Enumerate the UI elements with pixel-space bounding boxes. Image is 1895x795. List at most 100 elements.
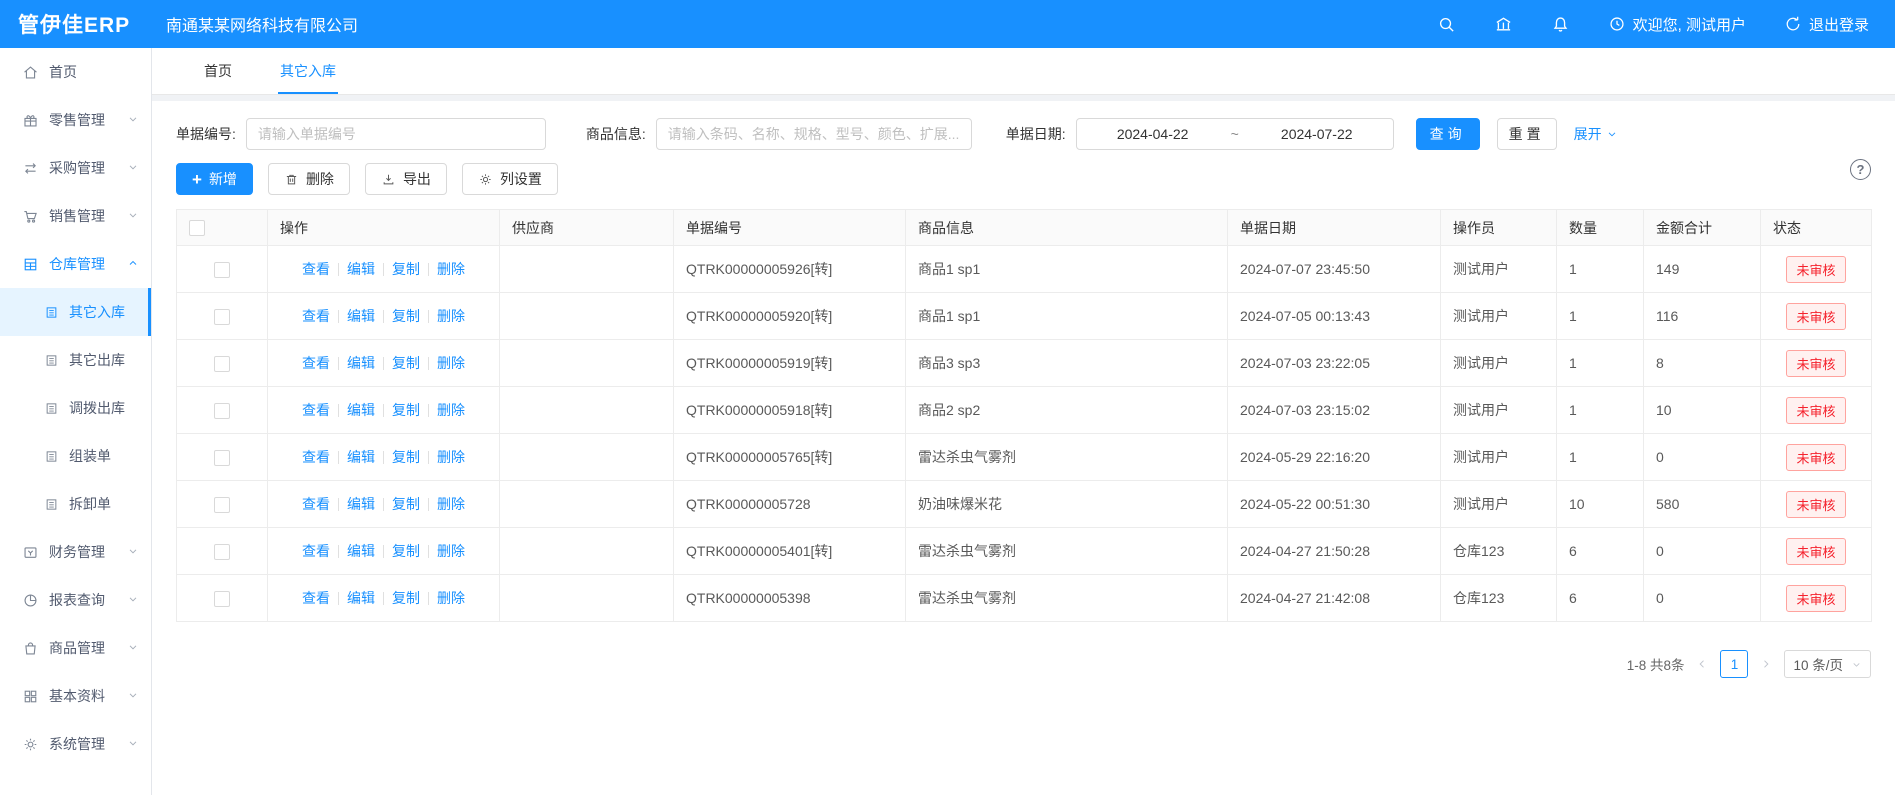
edit-link[interactable]: 编辑 <box>339 588 383 608</box>
document-icon <box>44 497 59 512</box>
cell-supplier <box>500 528 674 575</box>
main-area: 首页 其它入库 单据编号: 商品信息: 单据日期: 2024-04-22 ~ 2… <box>152 48 1895 795</box>
next-page-button[interactable] <box>1760 658 1772 670</box>
bill-date-label: 单据日期: <box>1006 124 1066 144</box>
delete-link[interactable]: 删除 <box>429 447 473 467</box>
search-button[interactable]: 查询 <box>1416 118 1480 150</box>
date-range-tilde: ~ <box>1229 126 1241 142</box>
delete-link[interactable]: 删除 <box>429 541 473 561</box>
copy-link[interactable]: 复制 <box>384 494 428 514</box>
cell-operator: 仓库123 <box>1441 575 1557 622</box>
edit-link[interactable]: 编辑 <box>339 494 383 514</box>
copy-link[interactable]: 复制 <box>384 306 428 326</box>
tab-other-inbound[interactable]: 其它入库 <box>278 49 338 94</box>
cell-product: 雷达杀虫气雾剂 <box>906 528 1228 575</box>
row-checkbox[interactable] <box>214 591 230 607</box>
page-size-select[interactable]: 10 条/页 <box>1784 650 1871 678</box>
row-checkbox[interactable] <box>214 450 230 466</box>
expand-link[interactable]: 展开 <box>1574 124 1618 144</box>
document-icon <box>44 353 59 368</box>
cell-supplier <box>500 340 674 387</box>
swap-icon <box>22 160 39 177</box>
bill-no-input[interactable] <box>246 118 546 150</box>
view-link[interactable]: 查看 <box>294 541 338 561</box>
chevron-right-icon <box>1760 658 1772 670</box>
col-header-date: 单据日期 <box>1228 210 1441 246</box>
bank-icon[interactable] <box>1494 15 1513 34</box>
copy-link[interactable]: 复制 <box>384 588 428 608</box>
sidebar-item-basic-data[interactable]: 基本资料 <box>0 672 151 720</box>
delete-link[interactable]: 删除 <box>429 588 473 608</box>
delete-link[interactable]: 删除 <box>429 494 473 514</box>
reset-button[interactable]: 重置 <box>1497 118 1557 150</box>
view-link[interactable]: 查看 <box>294 400 338 420</box>
document-icon <box>44 449 59 464</box>
edit-link[interactable]: 编辑 <box>339 353 383 373</box>
select-all-checkbox[interactable] <box>189 220 205 236</box>
row-checkbox[interactable] <box>214 262 230 278</box>
sidebar-item-home[interactable]: 首页 <box>0 48 151 96</box>
sidebar-item-disassembly[interactable]: 拆卸单 <box>0 480 151 528</box>
row-checkbox[interactable] <box>214 544 230 560</box>
delete-link[interactable]: 删除 <box>429 353 473 373</box>
sidebar-item-purchase[interactable]: 采购管理 <box>0 144 151 192</box>
sidebar-item-finance[interactable]: 财务管理 <box>0 528 151 576</box>
search-icon[interactable] <box>1437 15 1456 34</box>
chevron-down-icon <box>127 208 139 224</box>
user-welcome[interactable]: 欢迎您, 测试用户 <box>1608 14 1746 35</box>
gift-icon <box>22 112 39 129</box>
sidebar-item-retail[interactable]: 零售管理 <box>0 96 151 144</box>
help-icon[interactable]: ? <box>1850 159 1871 180</box>
row-checkbox[interactable] <box>214 309 230 325</box>
cell-supplier <box>500 575 674 622</box>
date-start-value[interactable]: 2024-04-22 <box>1077 126 1229 142</box>
product-info-input[interactable] <box>656 118 972 150</box>
sidebar-item-transfer-outbound[interactable]: 调拨出库 <box>0 384 151 432</box>
view-link[interactable]: 查看 <box>294 494 338 514</box>
delete-link[interactable]: 删除 <box>429 306 473 326</box>
edit-link[interactable]: 编辑 <box>339 541 383 561</box>
bell-icon[interactable] <box>1551 15 1570 34</box>
sidebar-item-products[interactable]: 商品管理 <box>0 624 151 672</box>
date-end-value[interactable]: 2024-07-22 <box>1241 126 1393 142</box>
copy-link[interactable]: 复制 <box>384 447 428 467</box>
copy-link[interactable]: 复制 <box>384 541 428 561</box>
view-link[interactable]: 查看 <box>294 588 338 608</box>
view-link[interactable]: 查看 <box>294 447 338 467</box>
sidebar-item-sales[interactable]: 销售管理 <box>0 192 151 240</box>
edit-link[interactable]: 编辑 <box>339 400 383 420</box>
column-settings-button[interactable]: 列设置 <box>462 163 558 195</box>
cell-product: 雷达杀虫气雾剂 <box>906 575 1228 622</box>
view-link[interactable]: 查看 <box>294 353 338 373</box>
tab-home[interactable]: 首页 <box>202 49 234 94</box>
sidebar-item-other-outbound[interactable]: 其它出库 <box>0 336 151 384</box>
sidebar-item-reports[interactable]: 报表查询 <box>0 576 151 624</box>
cell-date: 2024-07-07 23:45:50 <box>1228 246 1441 293</box>
sidebar-item-other-inbound[interactable]: 其它入库 <box>0 288 151 336</box>
edit-link[interactable]: 编辑 <box>339 306 383 326</box>
add-button[interactable]: + 新增 <box>176 163 253 195</box>
sidebar-item-label: 其它出库 <box>69 350 139 370</box>
delete-link[interactable]: 删除 <box>429 259 473 279</box>
page-number-button[interactable]: 1 <box>1720 650 1748 678</box>
delete-link[interactable]: 删除 <box>429 400 473 420</box>
prev-page-button[interactable] <box>1696 658 1708 670</box>
edit-link[interactable]: 编辑 <box>339 447 383 467</box>
sidebar-item-assembly[interactable]: 组装单 <box>0 432 151 480</box>
pie-chart-icon <box>22 592 39 609</box>
sidebar-item-system[interactable]: 系统管理 <box>0 720 151 768</box>
copy-link[interactable]: 复制 <box>384 259 428 279</box>
export-button[interactable]: 导出 <box>365 163 447 195</box>
copy-link[interactable]: 复制 <box>384 400 428 420</box>
copy-link[interactable]: 复制 <box>384 353 428 373</box>
view-link[interactable]: 查看 <box>294 306 338 326</box>
view-link[interactable]: 查看 <box>294 259 338 279</box>
sidebar-item-warehouse[interactable]: 仓库管理 <box>0 240 151 288</box>
date-range-picker[interactable]: 2024-04-22 ~ 2024-07-22 <box>1076 118 1394 150</box>
row-checkbox[interactable] <box>214 403 230 419</box>
row-checkbox[interactable] <box>214 356 230 372</box>
edit-link[interactable]: 编辑 <box>339 259 383 279</box>
delete-button[interactable]: 删除 <box>268 163 350 195</box>
row-checkbox[interactable] <box>214 497 230 513</box>
logout-button[interactable]: 退出登录 <box>1784 14 1869 35</box>
